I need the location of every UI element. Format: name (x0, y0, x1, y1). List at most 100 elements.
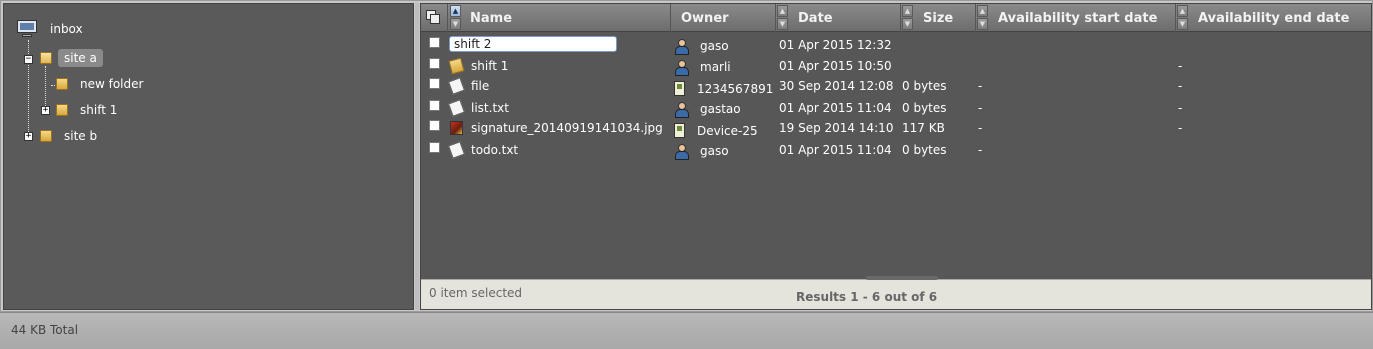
panel-splitter[interactable] (415, 3, 419, 310)
table-row[interactable]: shift 1 marli 01 Apr 2015 10:50 - (421, 55, 1371, 76)
table-row[interactable]: file 1234567891 30 Sep 2014 12:08 0 bytes - - (421, 75, 1371, 96)
tree-node-site-a[interactable]: site a (40, 47, 103, 69)
tree-node-site-b[interactable]: site b (40, 125, 103, 147)
user-icon (674, 59, 689, 76)
owner-cell: Device-25 (674, 120, 784, 141)
size-sort-buttons[interactable]: ▲ ▼ (977, 5, 988, 31)
owner-cell: gastao (674, 98, 784, 119)
name-text: file (471, 78, 490, 93)
folder-icon (56, 78, 68, 90)
owner-text: gaso (700, 143, 729, 158)
select-all-header[interactable] (421, 4, 448, 32)
name-sort-buttons[interactable]: ▲ ▼ (450, 5, 461, 31)
row-checkbox[interactable] (429, 100, 440, 111)
column-header-availability-end[interactable]: Availability end date (1190, 4, 1371, 32)
date-cell: 19 Sep 2014 14:10 (779, 120, 894, 135)
table-row[interactable]: todo.txt gaso 01 Apr 2015 11:04 0 bytes - (421, 139, 1371, 160)
grid-rows: gaso 01 Apr 2015 12:32 shift 1 marli 01 Apr … (421, 33, 1371, 279)
user-icon (674, 38, 689, 55)
date-cell: 01 Apr 2015 11:04 (779, 100, 892, 115)
column-header-availability-start[interactable]: Availability start date (990, 4, 1176, 32)
image-file-icon (450, 120, 463, 135)
folder-open-icon (40, 52, 52, 64)
owner-sort-buttons[interactable]: ▲ ▼ (777, 5, 788, 31)
expand-toggle-shift-1[interactable]: + (41, 106, 50, 115)
date-cell: 01 Apr 2015 12:32 (779, 37, 892, 52)
device-icon (674, 81, 685, 96)
date-cell: 01 Apr 2015 10:50 (779, 58, 892, 73)
name-cell[interactable]: list.txt (447, 97, 670, 118)
availability-start-cell: - (978, 78, 983, 93)
availability-start-sort-buttons[interactable]: ▲ ▼ (1177, 5, 1188, 31)
name-cell[interactable]: signature_20140919141034.jpg (450, 117, 670, 138)
storage-total: 44 KB Total (11, 323, 79, 337)
name-cell[interactable]: file (447, 75, 670, 96)
column-header-label: Size (923, 10, 954, 26)
owner-cell: 1234567891 (674, 78, 784, 99)
owner-text: 1234567891 (697, 81, 774, 96)
column-header-size[interactable]: Size (915, 4, 976, 32)
table-row[interactable]: signature_20140919141034.jpg Device-25 19 … (421, 117, 1371, 138)
name-cell[interactable]: todo.txt (447, 139, 670, 160)
name-cell[interactable]: shift 1 (448, 55, 670, 76)
tree-root-inbox[interactable]: inbox (16, 18, 89, 40)
tree-node-label: site a (58, 49, 103, 67)
table-row[interactable]: list.txt gastao 01 Apr 2015 11:04 0 bytes - - (421, 97, 1371, 118)
column-header-label: Availability start date (998, 10, 1158, 26)
name-text: todo.txt (471, 142, 519, 157)
app-frame: inbox − site a new folder + shift 1 + si… (0, 0, 1373, 312)
size-cell: 0 bytes (902, 100, 947, 115)
column-header-label: Name (470, 10, 513, 26)
availability-start-cell: - (978, 100, 983, 115)
availability-start-cell: - (978, 142, 983, 157)
name-text: signature_20140919141034.jpg (471, 120, 663, 135)
tree-node-shift-1[interactable]: shift 1 (56, 99, 123, 121)
owner-text: gastao (700, 101, 741, 116)
size-cell: 0 bytes (902, 142, 947, 157)
row-checkbox[interactable] (429, 78, 440, 89)
date-sort-buttons[interactable]: ▲ ▼ (902, 5, 913, 31)
row-checkbox[interactable] (429, 142, 440, 153)
grid-header: ▲ ▼ Name Owner ▲ ▼ Date ▲ ▼ Size ▲ ▼ Availab… (421, 4, 1371, 32)
expand-toggle-site-b[interactable]: + (24, 132, 33, 141)
availability-end-cell: - (1178, 58, 1183, 73)
size-cell (902, 34, 972, 55)
document-icon (447, 140, 466, 159)
tree-root-label: inbox (50, 22, 83, 36)
selection-count: 0 item selected (429, 286, 523, 300)
name-text: shift 1 (471, 58, 509, 73)
tree-node-new-folder[interactable]: new folder (56, 73, 149, 95)
availability-start-cell (978, 55, 1168, 76)
availability-end-cell: - (1178, 100, 1183, 115)
collapse-toggle-site-a[interactable]: − (24, 55, 33, 64)
column-header-label: Availability end date (1198, 10, 1350, 26)
owner-text: marli (700, 59, 731, 74)
date-cell: 30 Sep 2014 12:08 (779, 78, 894, 93)
row-checkbox[interactable] (429, 58, 440, 69)
name-text: list.txt (471, 100, 509, 115)
row-checkbox[interactable] (429, 37, 440, 48)
column-header-name[interactable]: Name (463, 4, 671, 32)
grid-footer: 0 item selected Results 1 - 6 out of 6 (421, 276, 1371, 309)
status-bar: 44 KB Total (0, 312, 1373, 349)
availability-end-cell (1178, 139, 1368, 160)
size-cell: 117 KB (902, 120, 945, 135)
availability-start-cell: - (978, 120, 983, 135)
size-cell (902, 55, 972, 76)
select-all-icon[interactable] (426, 10, 442, 26)
user-icon (674, 143, 689, 160)
user-icon (674, 101, 689, 118)
column-header-label: Date (798, 10, 833, 26)
owner-cell: gaso (674, 35, 784, 56)
column-header-owner[interactable]: Owner (672, 4, 776, 32)
rename-input[interactable] (449, 36, 617, 52)
folder-tree-panel: inbox − site a new folder + shift 1 + si… (3, 3, 414, 310)
column-header-date[interactable]: Date (790, 4, 901, 32)
table-row[interactable]: gaso 01 Apr 2015 12:32 (421, 34, 1371, 55)
date-cell: 01 Apr 2015 11:04 (779, 142, 892, 157)
availability-end-cell: - (1178, 120, 1183, 135)
horizontal-scroll-thumb[interactable] (866, 276, 938, 280)
tree-node-label: shift 1 (80, 103, 118, 117)
row-checkbox[interactable] (429, 120, 440, 131)
availability-end-cell (1178, 34, 1368, 55)
